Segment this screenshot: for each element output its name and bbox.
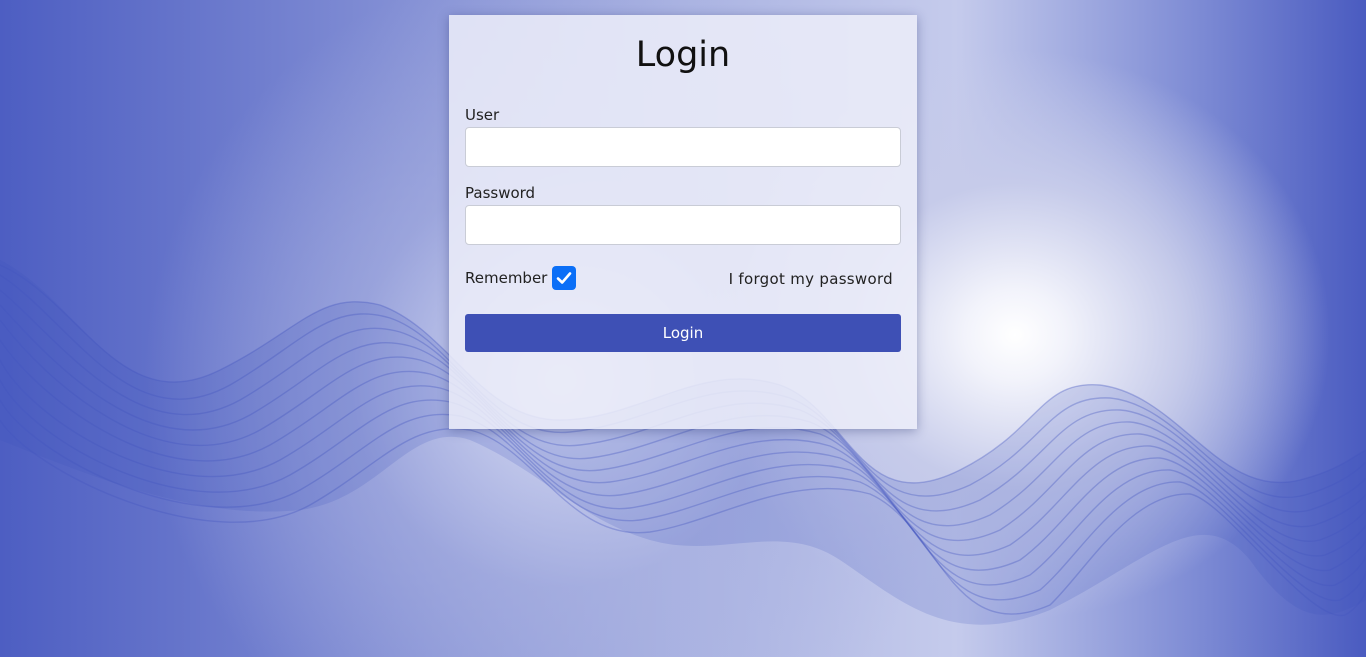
remember-checkbox[interactable] [552,266,576,290]
password-field[interactable] [465,205,901,245]
user-field[interactable] [465,127,901,167]
password-label: Password [465,184,536,202]
forgot-password-link[interactable]: I forgot my password [729,270,893,288]
user-label: User [465,106,500,124]
remember-label: Remember [465,269,548,287]
checkmark-icon [556,272,572,284]
page-title: Login [635,35,731,75]
login-button[interactable]: Login [465,314,901,352]
login-card: Login User Password Remember I forgot my… [449,15,917,429]
